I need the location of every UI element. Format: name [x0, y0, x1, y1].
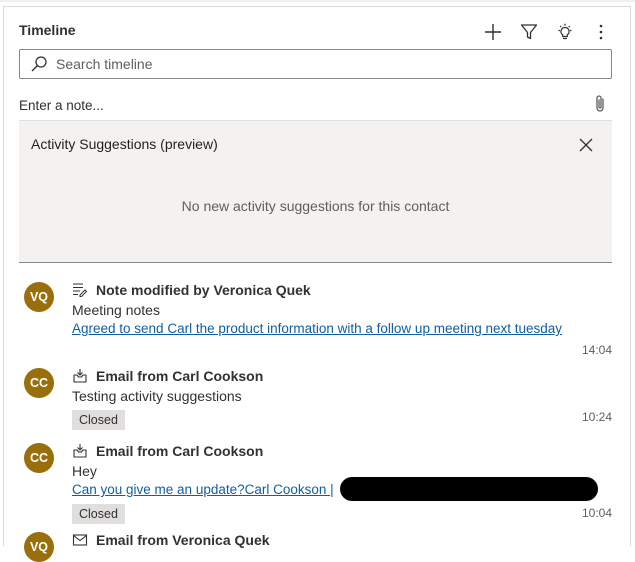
timeline-header: Timeline	[19, 21, 619, 43]
activity-time: 10:24	[581, 410, 612, 424]
timeline-title: Timeline	[19, 22, 76, 38]
status-badge: Closed	[72, 504, 125, 524]
activity-title: Email from Veronica Quek	[96, 532, 270, 548]
lightbulb-icon[interactable]	[547, 21, 583, 43]
avatar: CC	[24, 368, 54, 398]
top-divider	[0, 0, 635, 2]
close-icon[interactable]	[576, 135, 596, 155]
activity-title: Note modified by Veronica Quek	[96, 282, 311, 298]
activity-suggestions-panel: Activity Suggestions (preview) No new ac…	[19, 120, 612, 263]
activity-time: 14:04	[581, 343, 612, 357]
email-received-icon	[72, 443, 88, 459]
activity-title: Email from Carl Cookson	[96, 368, 264, 384]
activity-title: Email from Carl Cookson	[96, 443, 264, 459]
activity-link[interactable]: Agreed to send Carl the product informat…	[72, 321, 562, 336]
redacted-block	[340, 477, 598, 501]
timeline-activity[interactable]: VQ Email from Veronica Quek	[24, 532, 614, 562]
timeline-panel: Timeline Enter a note...	[3, 6, 631, 562]
add-icon[interactable]	[475, 21, 511, 43]
email-icon	[72, 532, 88, 548]
header-actions	[475, 21, 619, 43]
search-icon	[20, 55, 54, 73]
email-received-icon	[72, 368, 88, 384]
attachment-icon[interactable]	[594, 94, 606, 119]
note-input[interactable]: Enter a note...	[19, 98, 104, 113]
search-input[interactable]	[54, 51, 611, 77]
search-box[interactable]	[19, 49, 612, 79]
suggestions-title: Activity Suggestions (preview)	[31, 136, 218, 152]
activity-subject: Hey	[72, 463, 97, 479]
avatar: CC	[24, 443, 54, 473]
activity-time: 10:04	[581, 506, 612, 520]
suggestions-empty-message: No new activity suggestions for this con…	[181, 198, 450, 214]
avatar: VQ	[24, 532, 54, 562]
filter-icon[interactable]	[511, 21, 547, 43]
timeline-activity[interactable]: VQ Note modified by Veronica Quek Meetin…	[24, 282, 614, 357]
activity-subject: Testing activity suggestions	[72, 388, 242, 404]
activity-subject: Meeting notes	[72, 302, 160, 318]
timeline-activity[interactable]: CC Email from Carl Cookson Testing activ…	[24, 368, 614, 430]
timeline-activity[interactable]: CC Email from Carl Cookson Hey Can you g…	[24, 443, 614, 525]
more-icon[interactable]	[583, 21, 619, 43]
note-icon	[72, 282, 88, 298]
status-badge: Closed	[72, 410, 125, 430]
activity-link[interactable]: Can you give me an update?Carl Cookson |	[72, 482, 334, 497]
avatar: VQ	[24, 282, 54, 312]
